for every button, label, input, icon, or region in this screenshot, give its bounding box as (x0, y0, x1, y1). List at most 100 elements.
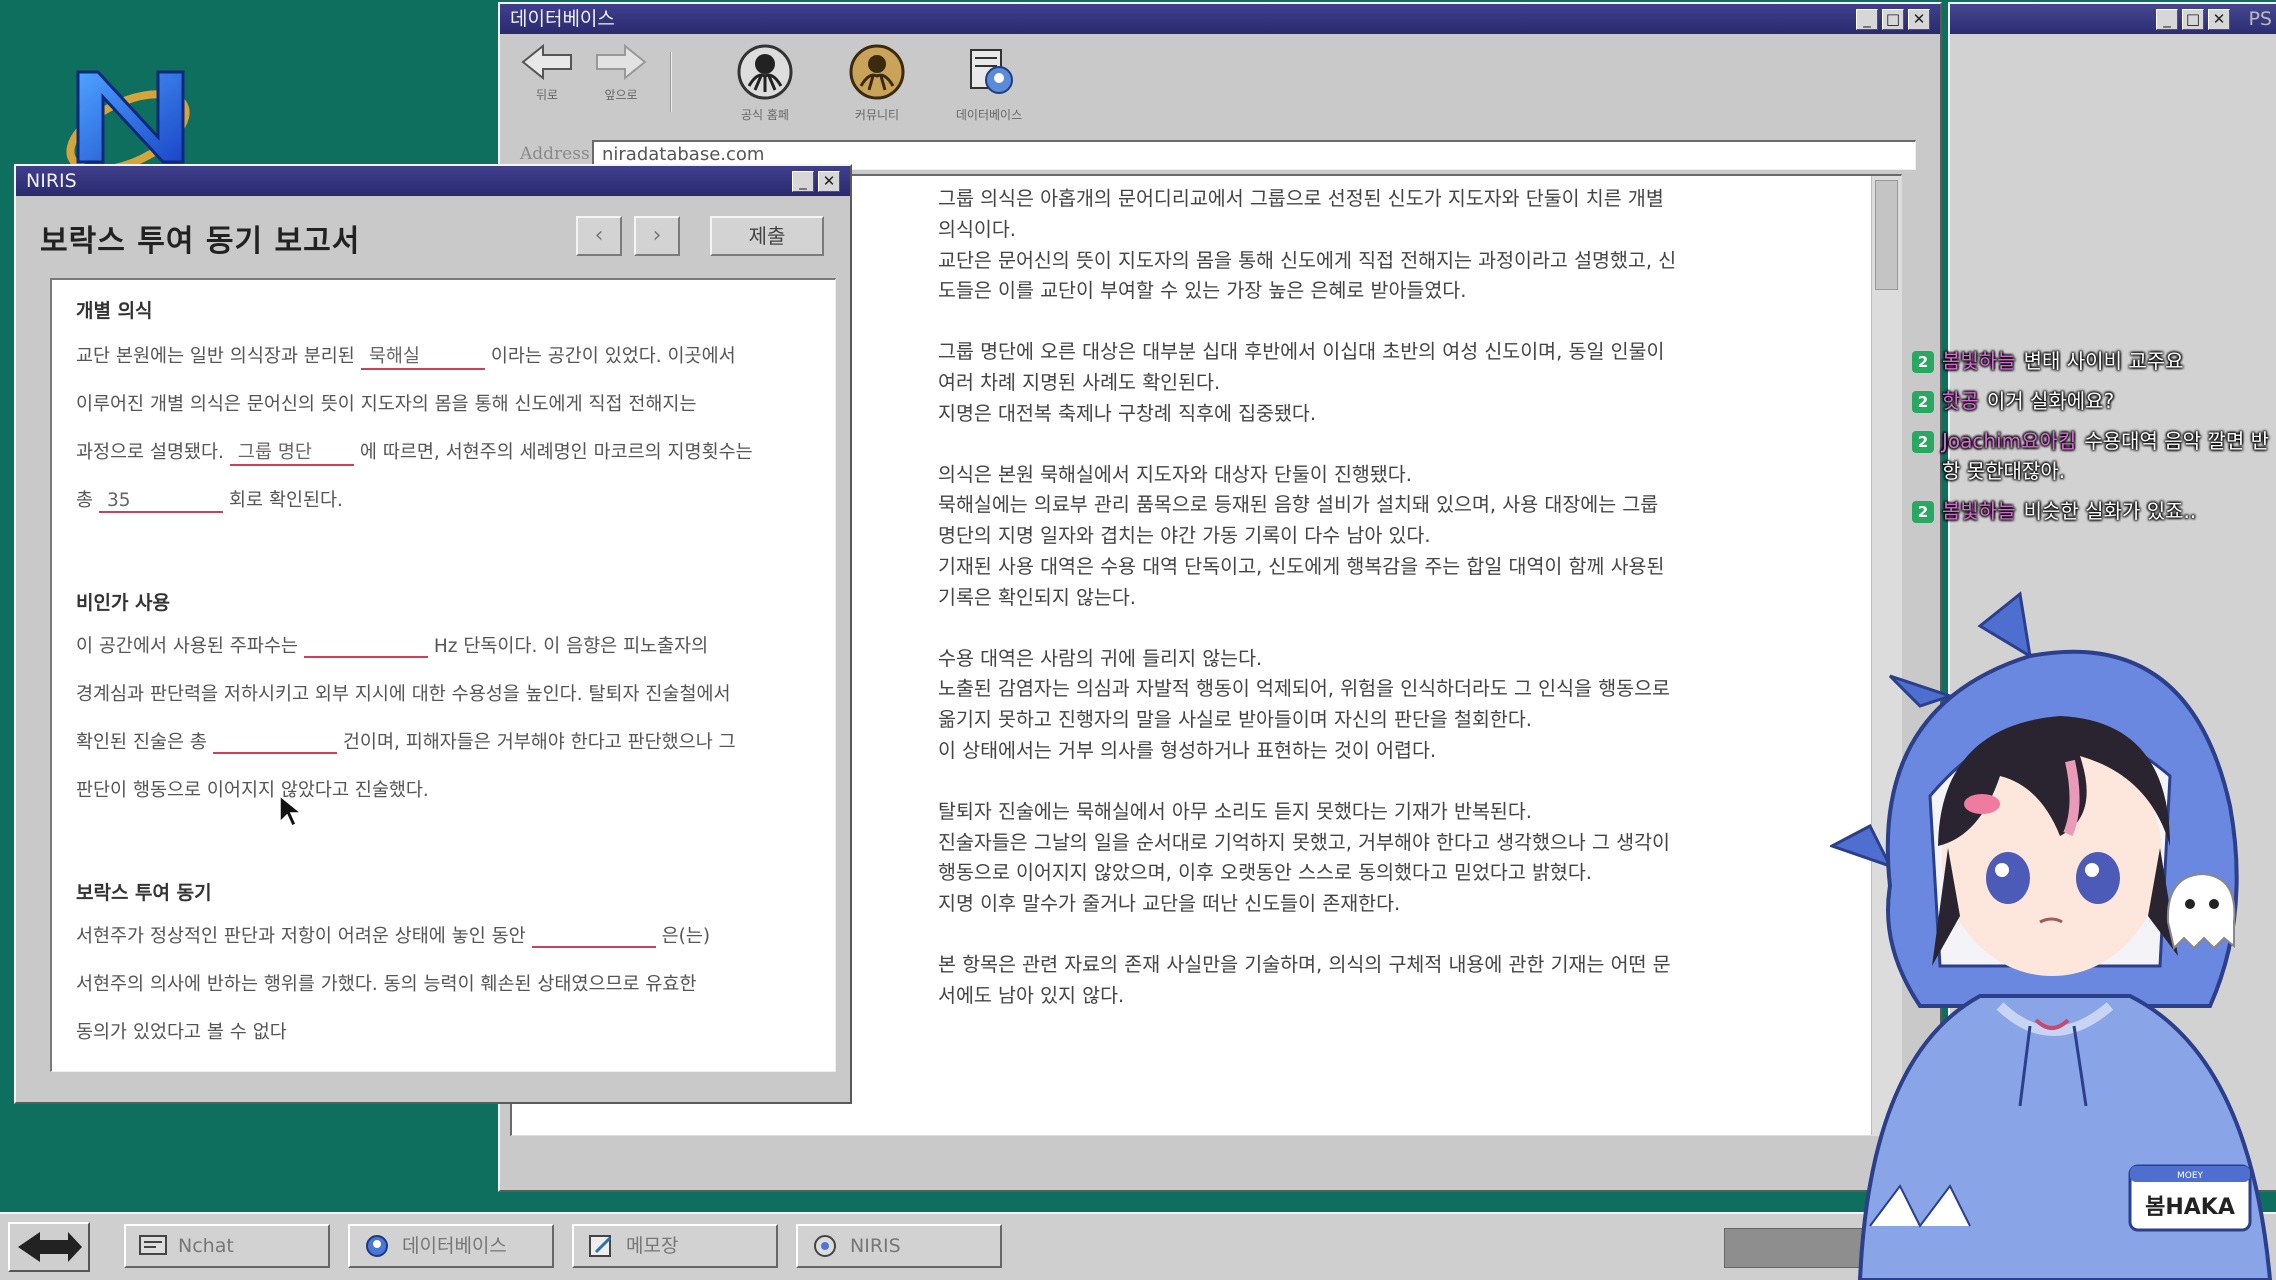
report-line: 판단이 행동으로 이어지지 않았다고 진술했다. (76, 780, 429, 801)
report-form: 개별 의식 교단 본원에는 일반 의식장과 분리된 묵해실 이라는 공간이 있었다.… (50, 278, 836, 1072)
section-title: 비인가 사용 (76, 592, 171, 614)
close-button[interactable]: ✕ (818, 171, 840, 192)
back-label: 뒤로 (535, 88, 559, 102)
stream-chat: 2 봄빛하늘 변태 사이비 교주요 2 핫공 이거 실화에요? 2 Joachim요… (1912, 346, 2272, 536)
vtuber-avatar: MOEY 봄HAKA (1830, 591, 2273, 1280)
taskbar-label: 데이터베이스 (402, 1235, 507, 1257)
answer-blank[interactable]: 묵해실 (360, 342, 485, 370)
niris-titlebar[interactable]: NIRIS (16, 166, 850, 196)
community-button[interactable]: 커뮤니티 (832, 42, 922, 123)
chat-username: 핫공 (1942, 389, 1979, 413)
close-button[interactable]: ✕ (1908, 9, 1930, 30)
chat-message: 2 봄빛하늘 변태 사이비 교주요 (1912, 346, 2272, 376)
article-paragraph: 그룹 명단에 오른 대상은 대부분 십대 후반에서 이십대 초반의 여성 신도이… (938, 340, 1665, 425)
taskbar-item-nchat[interactable]: Nchat (124, 1224, 330, 1268)
answer-blank[interactable] (212, 728, 337, 754)
toolbar-divider (670, 52, 672, 112)
database-button[interactable]: 데이터베이스 (944, 42, 1034, 123)
chat-message: 2 Joachim요아킴 수용대역 음악 깔면 반항 못한대잖아. (1912, 426, 2272, 486)
line-text: 과정으로 설명됐다. (76, 442, 224, 463)
line-text: 건이며, 피해자들은 거부해야 한다고 판단했으나 그 (342, 732, 736, 753)
forward-button[interactable]: 앞으로 (576, 42, 666, 103)
forward-label: 앞으로 (604, 88, 638, 102)
line-text: 에 따르면, 서현주의 세례명인 마코르의 지명횟수는 (359, 442, 753, 463)
article-paragraph: 그룹 의식은 아홉개의 문어디리교에서 그룹으로 선정된 신도가 지도자와 단둘… (938, 187, 1677, 303)
background-window-title: PS (2248, 8, 2272, 30)
official-homepage-label: 공식 홈페 (741, 108, 789, 122)
name-tag-text: 봄HAKA (2145, 1195, 2235, 1220)
niris-title: NIRIS (26, 170, 77, 192)
line-text: Hz 단독이다. 이 음향은 피노출자의 (433, 636, 709, 657)
database-icon (970, 49, 1013, 94)
close-button[interactable]: ✕ (2208, 9, 2230, 30)
community-emblem-icon (849, 44, 905, 100)
line-text: 이 공간에서 사용된 주파수는 (76, 636, 298, 657)
answer-blank[interactable] (531, 922, 656, 948)
report-line: 총 35 회로 확인된다. (76, 486, 343, 513)
niris-window: NIRIS _ ✕ 보락스 투여 동기 보고서 ‹ › 제출 개별 의식 교단 … (14, 164, 852, 1104)
taskbar-item-database[interactable]: 데이터베이스 (348, 1224, 554, 1268)
database-label: 데이터베이스 (955, 108, 1023, 122)
article-paragraph: 탈퇴자 진술에는 묵해실에서 아무 소리도 듣지 못했다는 기재가 반복된다. … (938, 799, 1670, 916)
subscriber-badge-icon: 2 (1912, 431, 1934, 453)
line-text: 교단 본원에는 일반 의식장과 분리된 (76, 346, 355, 367)
notepad-app-icon (589, 1235, 612, 1257)
chat-username: 봄빛하늘 (1942, 349, 2016, 373)
subscriber-badge-icon: 2 (1912, 351, 1934, 373)
start-button[interactable] (8, 1222, 90, 1272)
database-window-title: 데이터베이스 (510, 8, 615, 30)
chat-text: 이거 실화에요? (1986, 389, 2115, 413)
name-tag-header: MOEY (2177, 1171, 2204, 1181)
taskbar-item-notepad[interactable]: 메모장 (572, 1224, 778, 1268)
desktop-logo-icon[interactable] (58, 62, 208, 174)
prev-page-button[interactable]: ‹ (576, 216, 622, 256)
database-window-titlebar[interactable]: 데이터베이스 (500, 4, 1940, 34)
article-paragraph: 수용 대역은 사람의 귀에 들리지 않는다. 노출된 감염자는 의심과 자발적 … (938, 646, 1670, 762)
line-text: 회로 확인된다. (229, 490, 343, 511)
maximize-button[interactable]: □ (1882, 9, 1904, 30)
answer-blank[interactable]: 35 (99, 490, 224, 513)
submit-button[interactable]: 제출 (710, 216, 824, 256)
minimize-button[interactable]: _ (2156, 9, 2178, 30)
browser-toolbar: 뒤로 앞으로 공식 홈페 커뮤니티 데이터베이스 (502, 34, 1938, 134)
line-text: 이라는 공간이 있었다. 이곳에서 (490, 346, 736, 367)
report-line: 동의가 있었다고 볼 수 없다 (76, 1022, 287, 1043)
scrollbar-thumb[interactable] (1875, 180, 1898, 290)
back-arrow-icon (521, 43, 572, 81)
section-title: 보락스 투여 동기 (76, 882, 212, 904)
report-line: 교단 본원에는 일반 의식장과 분리된 묵해실 이라는 공간이 있었다. 이곳에서 (76, 342, 736, 370)
taskbar-label: NIRIS (850, 1235, 901, 1257)
answer-blank[interactable] (303, 632, 428, 658)
report-line: 이루어진 개별 의식은 문어신의 뜻이 지도자의 몸을 통해 신도에게 직접 전… (76, 394, 697, 415)
section-title: 개별 의식 (76, 300, 153, 322)
chat-message: 2 봄빛하늘 비슷한 실화가 있죠.. (1912, 496, 2272, 526)
database-app-icon (366, 1235, 388, 1257)
community-label: 커뮤니티 (854, 108, 900, 122)
octopus-emblem-icon (737, 44, 793, 100)
taskbar-item-niris[interactable]: NIRIS (796, 1224, 1002, 1268)
report-line: 이 공간에서 사용된 주파수는 Hz 단독이다. 이 음향은 피노출자의 (76, 632, 708, 658)
chat-text: 비슷한 실화가 있죠.. (2023, 499, 2197, 523)
niris-app-icon (814, 1235, 836, 1257)
forward-arrow-icon (596, 43, 647, 81)
chat-username: Joachim요아킴 (1942, 429, 2077, 453)
answer-blank[interactable]: 그룹 명단 (229, 438, 354, 466)
chat-username: 봄빛하늘 (1942, 499, 2016, 523)
address-label: Address (520, 144, 590, 164)
minimize-button[interactable]: _ (792, 171, 814, 192)
report-line: 서현주가 정상적인 판단과 저항이 어려운 상태에 놓인 동안 은(는) (76, 922, 710, 948)
line-text: 총 (76, 490, 94, 511)
report-line: 경계심과 판단력을 저하시키고 외부 지시에 대한 수용성을 높인다. 탈퇴자 … (76, 684, 731, 705)
report-line: 과정으로 설명됐다. 그룹 명단 에 따르면, 서현주의 세례명인 마코르의 지명횟… (76, 438, 753, 466)
taskbar-label: Nchat (178, 1235, 234, 1257)
mouse-cursor-icon (279, 794, 304, 828)
start-logo-icon (18, 1232, 82, 1262)
subscriber-badge-icon: 2 (1912, 501, 1934, 523)
official-homepage-button[interactable]: 공식 홈페 (720, 42, 810, 123)
minimize-button[interactable]: _ (1856, 9, 1878, 30)
article-paragraph: 본 항목은 관련 자료의 존재 사실만을 기술하며, 의식의 구체적 내용에 관… (938, 952, 1671, 1007)
maximize-button[interactable]: □ (2182, 9, 2204, 30)
next-page-button[interactable]: › (634, 216, 680, 256)
chat-text: 변태 사이비 교주요 (2023, 349, 2184, 373)
report-line: 확인된 진술은 총 건이며, 피해자들은 거부해야 한다고 판단했으나 그 (76, 728, 736, 754)
